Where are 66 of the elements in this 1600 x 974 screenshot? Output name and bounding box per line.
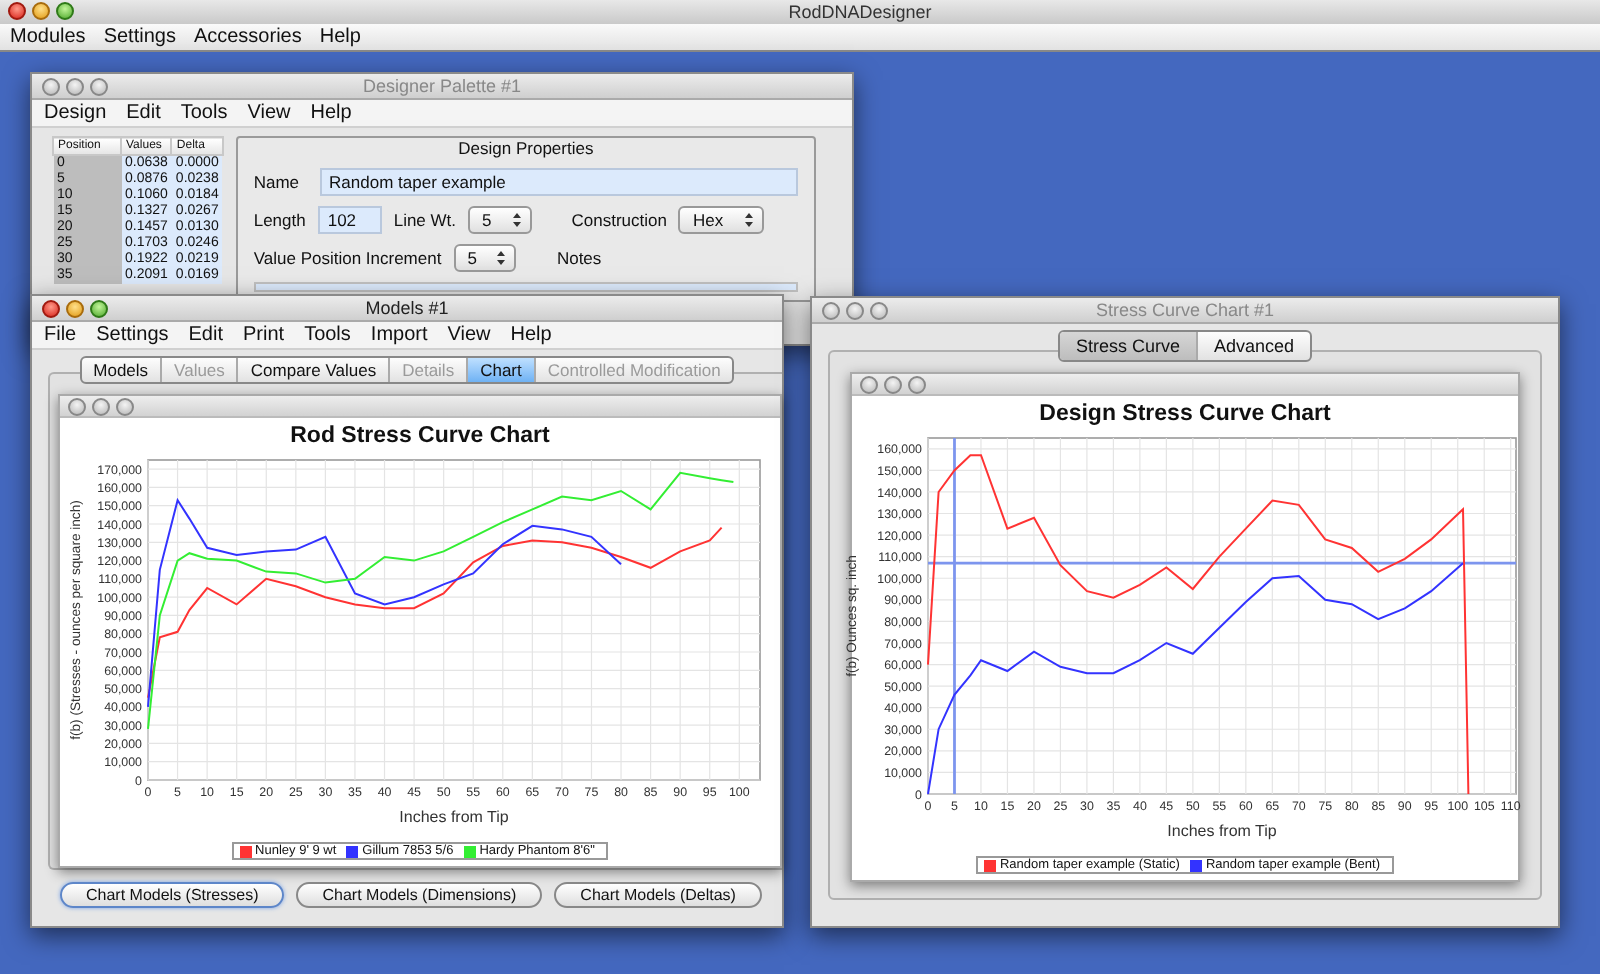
menu-item[interactable]: Tools	[304, 323, 351, 347]
minimize-button[interactable]	[846, 301, 864, 319]
menu-item[interactable]: Tools	[180, 101, 228, 125]
stepper-arrows-icon	[743, 212, 754, 228]
chart-models-button[interactable]: Chart Models (Deltas)	[554, 882, 762, 908]
menu-item[interactable]: Design	[44, 101, 107, 125]
field-label: Line Wt.	[393, 210, 457, 230]
tab[interactable]: Compare Values	[238, 358, 391, 382]
length-field[interactable]: 102	[317, 206, 382, 234]
menu-item[interactable]: Settings	[103, 25, 176, 49]
construction-select[interactable]: Hex	[678, 206, 764, 234]
menu-item[interactable]: Import	[370, 323, 428, 347]
menu-item[interactable]: View	[447, 323, 491, 347]
menu-item[interactable]: Settings	[96, 323, 169, 347]
field-label: Construction	[571, 210, 667, 230]
increment-select[interactable]: 5	[453, 244, 517, 272]
tab[interactable]: Chart	[468, 358, 536, 382]
close-button[interactable]	[42, 299, 60, 317]
field-label: Value Position Increment	[253, 248, 442, 268]
zoom-button[interactable]	[90, 77, 108, 95]
menu-item[interactable]: Edit	[188, 323, 223, 347]
close-button[interactable]	[42, 77, 60, 95]
zoom-button[interactable]	[908, 375, 926, 393]
chart-models-button[interactable]: Chart Models (Dimensions)	[296, 882, 543, 908]
line-weight-select[interactable]: 5	[468, 206, 532, 234]
tab[interactable]: Advanced	[1197, 332, 1311, 360]
zoom-button[interactable]	[56, 2, 74, 20]
menu-item[interactable]: Accessories	[193, 25, 302, 49]
axis-title: Inches from Tip	[1166, 822, 1276, 840]
axis-title: Inches from Tip	[399, 808, 509, 826]
group-heading: Design Properties	[456, 138, 596, 158]
menu-item[interactable]: Print	[243, 323, 285, 347]
menu-item[interactable]: View	[247, 101, 291, 125]
chart-models-button[interactable]: Chart Models (Stresses)	[60, 882, 285, 908]
zoom-button[interactable]	[90, 299, 108, 317]
window-title: RodDNADesigner	[788, 2, 932, 22]
minimize-button[interactable]	[92, 397, 110, 415]
menu-item[interactable]: File	[44, 323, 77, 347]
close-button[interactable]	[8, 2, 26, 20]
stepper-arrows-icon	[496, 250, 507, 266]
close-button[interactable]	[860, 375, 878, 393]
window-title: Stress Curve Chart #1	[1095, 300, 1275, 320]
zoom-button[interactable]	[116, 397, 134, 415]
tab[interactable]: Stress Curve	[1059, 332, 1198, 360]
menu-item[interactable]: Modules	[10, 25, 86, 49]
chart-title: Rod Stress Curve Chart	[290, 422, 550, 448]
zoom-button[interactable]	[870, 301, 888, 319]
close-button[interactable]	[68, 397, 86, 415]
menu-item[interactable]: Help	[310, 101, 352, 125]
menu-item[interactable]: Edit	[126, 101, 161, 125]
minimize-button[interactable]	[66, 77, 84, 95]
stepper-arrows-icon	[511, 212, 522, 228]
minimize-button[interactable]	[884, 375, 902, 393]
field-label: Notes	[556, 248, 602, 268]
minimize-button[interactable]	[66, 299, 84, 317]
field-label: Length	[253, 210, 306, 230]
menu-item[interactable]: Help	[510, 323, 552, 347]
minimize-button[interactable]	[32, 2, 50, 20]
name-field[interactable]: Random taper example	[319, 168, 798, 196]
chart-title: Design Stress Curve Chart	[1039, 400, 1331, 426]
field-label: Name	[253, 172, 300, 192]
notes-field[interactable]	[253, 282, 798, 292]
window-title: Models #1	[365, 298, 449, 318]
close-button[interactable]	[822, 301, 840, 319]
menu-item[interactable]: Help	[319, 25, 361, 49]
window-title: Designer Palette #1	[362, 76, 522, 96]
